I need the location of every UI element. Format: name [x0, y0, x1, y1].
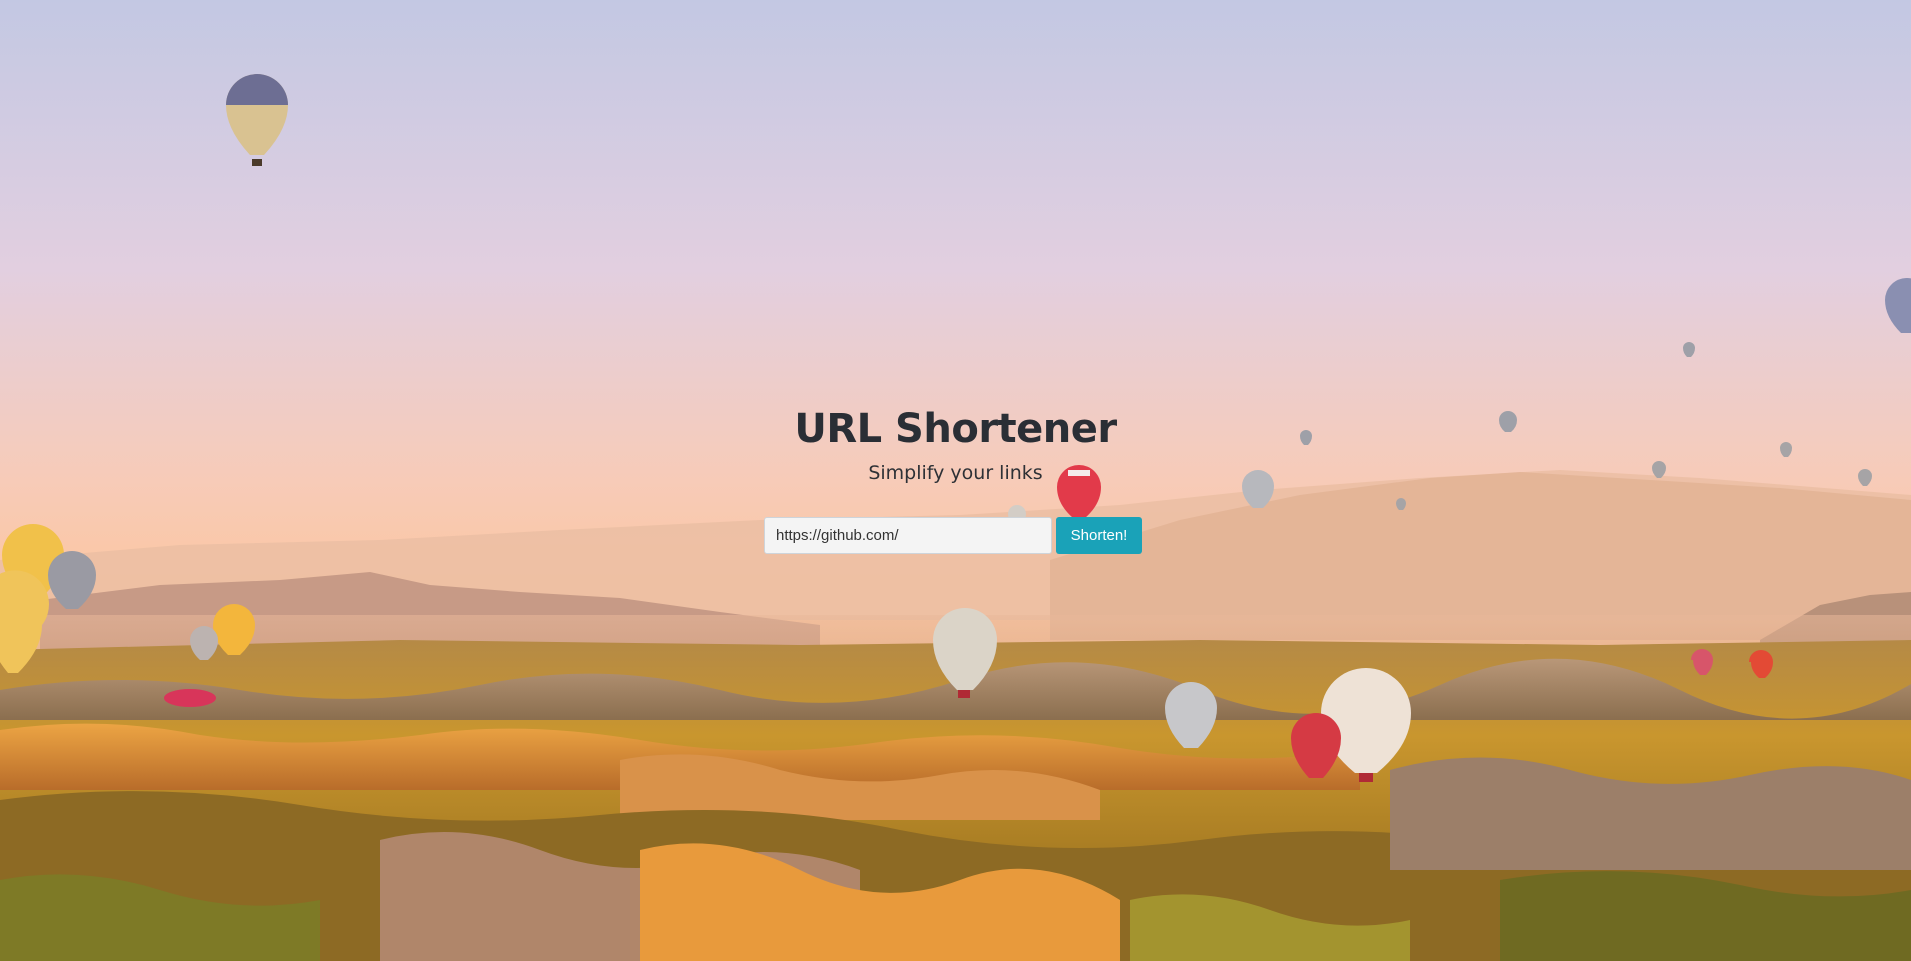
shorten-button[interactable]: Shorten!	[1056, 517, 1142, 554]
shorten-form: Shorten!	[764, 517, 1142, 554]
page-title: URL Shortener	[794, 406, 1117, 452]
hero-section: URL Shortener Simplify your links	[0, 400, 1911, 488]
url-input[interactable]	[764, 517, 1052, 554]
page-subtitle: Simplify your links	[868, 462, 1043, 484]
